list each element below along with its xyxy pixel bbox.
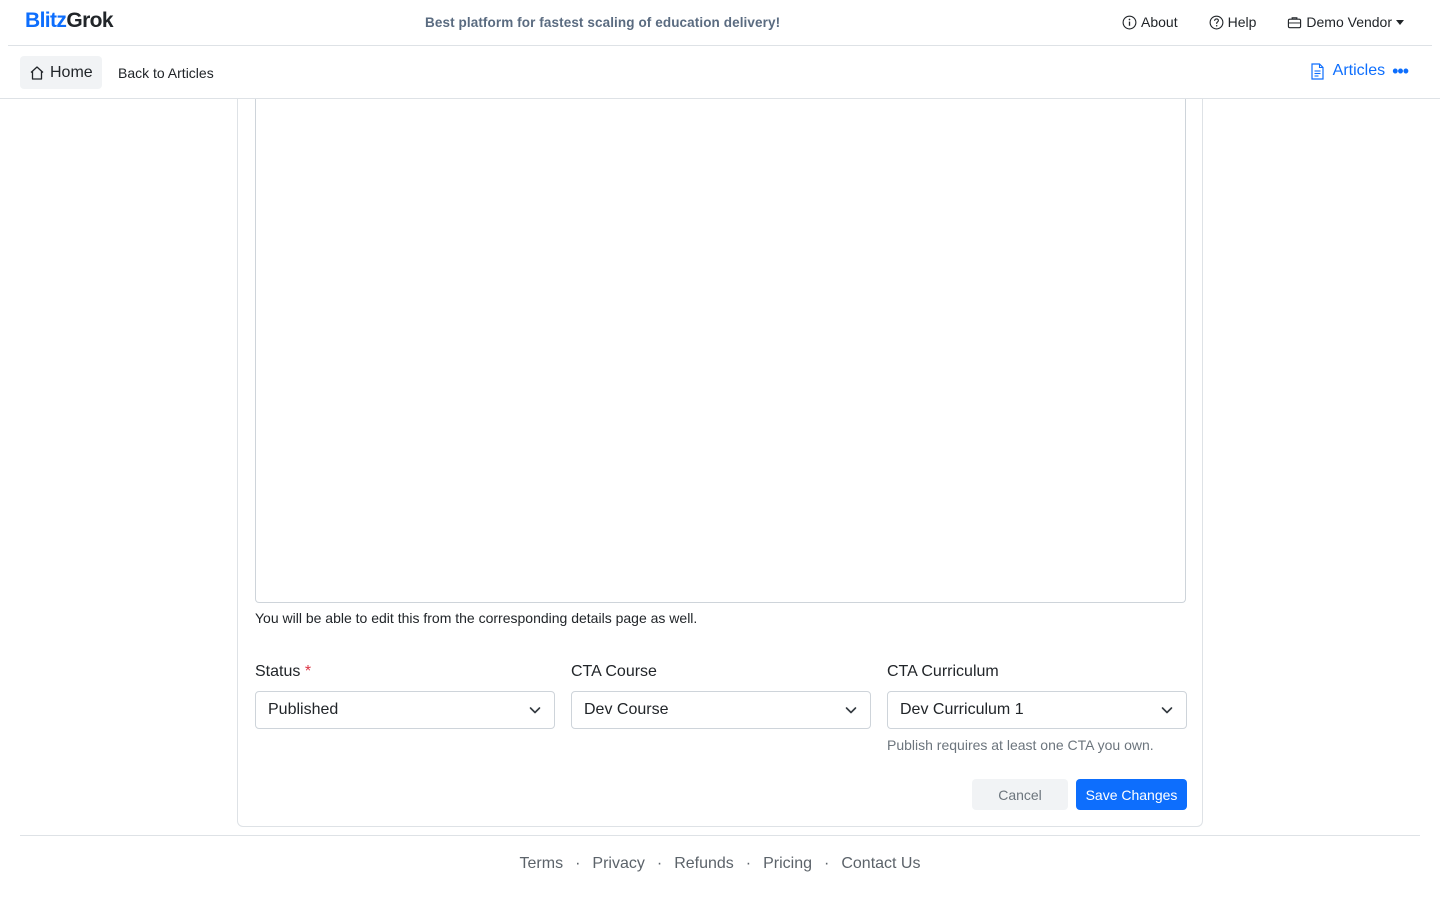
cta-curriculum-select[interactable]: Dev Curriculum 1: [887, 691, 1187, 729]
top-nav-links: About Help Demo Vendor: [1091, 14, 1404, 30]
save-changes-button[interactable]: Save Changes: [1076, 779, 1187, 810]
back-to-articles-link[interactable]: Back to Articles: [118, 65, 214, 81]
caret-down-icon: [1396, 19, 1404, 25]
home-button[interactable]: Home: [20, 56, 102, 89]
refunds-link[interactable]: Refunds: [674, 855, 734, 873]
question-circle-icon: [1209, 15, 1224, 29]
help-link[interactable]: Help: [1209, 14, 1257, 30]
privacy-link[interactable]: Privacy: [592, 855, 644, 873]
status-select[interactable]: Published: [255, 691, 555, 729]
brand-logo[interactable]: BlitzGrok: [25, 9, 114, 33]
footer-separator: ·: [824, 855, 830, 872]
footer-separator: ·: [745, 855, 752, 872]
footer-separator: ·: [656, 855, 663, 872]
articles-label: Articles: [1332, 62, 1386, 79]
briefcase-icon: [1288, 16, 1302, 28]
account-label: Demo Vendor: [1306, 14, 1392, 30]
cta-course-label: CTA Course: [571, 663, 657, 680]
status-field: Status * Published: [255, 663, 555, 729]
more-options-icon[interactable]: •••: [1392, 62, 1409, 80]
tagline: Best platform for fastest scaling of edu…: [425, 15, 781, 30]
cta-curriculum-field: CTA Curriculum Dev Curriculum 1 Publish …: [887, 663, 1187, 753]
article-form-card: You will be able to edit this from the c…: [237, 99, 1203, 827]
info-icon: [1122, 15, 1137, 29]
status-label: Status *: [255, 663, 312, 680]
about-label: About: [1141, 14, 1178, 30]
chevron-down-icon: [1161, 707, 1173, 714]
status-value: Published: [268, 701, 339, 718]
secondary-navbar: Home Back to Articles Articles •••: [0, 46, 1440, 99]
content-editor[interactable]: [255, 99, 1186, 603]
document-icon: [1311, 62, 1324, 80]
account-dropdown[interactable]: Demo Vendor: [1287, 14, 1404, 30]
cta-course-field: CTA Course Dev Course: [571, 663, 871, 729]
cancel-button[interactable]: Cancel: [972, 779, 1068, 810]
pricing-link[interactable]: Pricing: [763, 855, 812, 873]
help-label: Help: [1227, 14, 1257, 30]
cta-help-text: Publish requires at least one CTA you ow…: [887, 737, 1154, 753]
chevron-down-icon: [845, 707, 857, 714]
footer-links: Terms · Privacy · Refunds · Pricing · Co…: [0, 855, 1440, 873]
cta-curriculum-value: Dev Curriculum 1: [900, 701, 1024, 718]
house-icon: [30, 65, 44, 80]
terms-link[interactable]: Terms: [520, 855, 564, 873]
cta-curriculum-label: CTA Curriculum: [887, 663, 999, 680]
top-navbar: BlitzGrok Best platform for fastest scal…: [8, 0, 1432, 46]
cta-course-value: Dev Course: [584, 701, 669, 718]
home-label: Home: [50, 63, 93, 81]
footer-divider: [20, 835, 1420, 836]
chevron-down-icon: [529, 707, 541, 714]
editor-help-text: You will be able to edit this from the c…: [255, 610, 698, 626]
footer-separator: ·: [575, 855, 581, 872]
articles-menu[interactable]: Articles •••: [1310, 62, 1409, 80]
cta-course-select[interactable]: Dev Course: [571, 691, 871, 729]
about-link[interactable]: About: [1122, 14, 1178, 30]
contact-us-link[interactable]: Contact Us: [841, 855, 920, 873]
